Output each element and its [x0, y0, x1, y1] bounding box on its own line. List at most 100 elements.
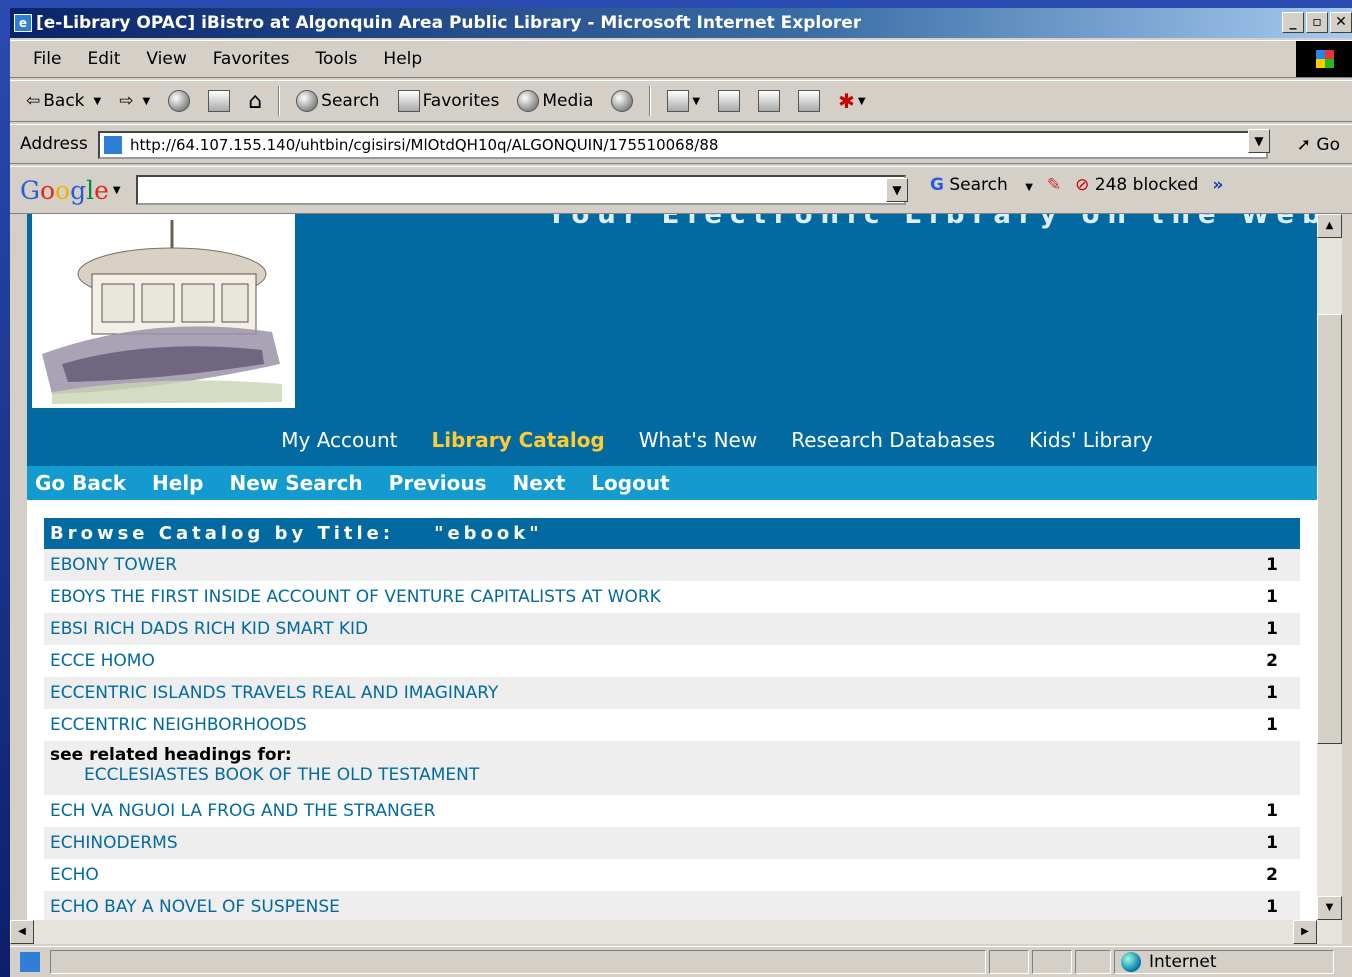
- result-title-link[interactable]: ECCE HOMO: [50, 651, 155, 671]
- result-title-link[interactable]: EBONY TOWER: [50, 555, 177, 575]
- result-title-link[interactable]: ECH VA NGUOI LA FROG AND THE STRANGER: [50, 801, 435, 821]
- status-bar: Internet: [10, 946, 1352, 977]
- home-button[interactable]: ⌂: [242, 89, 268, 114]
- result-count: 1: [1266, 833, 1278, 853]
- toolbar-separator: [649, 86, 652, 116]
- stop-button[interactable]: [162, 90, 196, 112]
- result-title-link[interactable]: ECHO BAY A NOVEL OF SUSPENSE: [50, 897, 340, 917]
- result-title-link[interactable]: EBSI RICH DADS RICH KID SMART KID: [50, 619, 368, 639]
- scroll-down-button[interactable]: ▼: [1317, 896, 1342, 920]
- result-title-link[interactable]: ECCENTRIC ISLANDS TRAVELS REAL AND IMAGI…: [50, 683, 498, 703]
- result-title-link[interactable]: ECHO: [50, 865, 99, 885]
- browse-heading-label: Browse Catalog by Title:: [50, 523, 395, 544]
- favorites-button[interactable]: Favorites: [392, 90, 506, 112]
- result-title-link[interactable]: ECHINODERMS: [50, 833, 178, 853]
- result-count: 1: [1266, 555, 1278, 575]
- print-button[interactable]: [712, 90, 746, 112]
- result-count: 2: [1266, 651, 1278, 671]
- messenger-button[interactable]: ✱ ▼: [832, 89, 871, 113]
- go-back-link[interactable]: Go Back: [35, 471, 126, 495]
- horizontal-scrollbar[interactable]: ◀ ▶: [10, 920, 1342, 944]
- result-title-link[interactable]: ECCENTRIC NEIGHBORHOODS: [50, 715, 307, 735]
- address-label: Address: [20, 134, 88, 154]
- go-button[interactable]: ➚ Go: [1297, 135, 1340, 155]
- window-title: [e-Library OPAC] iBistro at Algonquin Ar…: [36, 13, 862, 33]
- gazebo-logo-image: [32, 214, 295, 408]
- forward-dropdown-icon[interactable]: ▼: [142, 96, 150, 107]
- vertical-scrollbar[interactable]: ▲ ▼: [1317, 214, 1342, 920]
- google-search-button[interactable]: G Search ▼: [930, 175, 1033, 195]
- address-url: http://64.107.155.140/uhtbin/cgisirsi/Ml…: [130, 136, 719, 154]
- new-search-link[interactable]: New Search: [230, 471, 363, 495]
- stop-icon: [168, 90, 191, 112]
- scroll-right-button[interactable]: ▶: [1293, 920, 1317, 944]
- vertical-scroll-thumb[interactable]: [1317, 314, 1342, 744]
- media-button[interactable]: Media: [511, 90, 599, 112]
- result-title-link[interactable]: EBOYS THE FIRST INSIDE ACCOUNT OF VENTUR…: [50, 587, 661, 607]
- menu-bar: File Edit View Favorites Tools Help: [10, 40, 1352, 78]
- nav-kids-library[interactable]: Kids' Library: [1029, 428, 1153, 452]
- library-logo: [32, 214, 295, 408]
- popup-blocker-button[interactable]: ⊘ 248 blocked: [1075, 175, 1198, 195]
- address-bar: Address http://64.107.155.140/uhtbin/cgi…: [10, 124, 1352, 164]
- menu-tools[interactable]: Tools: [303, 49, 371, 69]
- google-search-input[interactable]: [136, 175, 906, 205]
- google-menu-dropdown-icon[interactable]: ▼: [113, 185, 121, 196]
- previous-link[interactable]: Previous: [389, 471, 487, 495]
- discuss-button[interactable]: [792, 90, 826, 112]
- related-heading-link[interactable]: ECCLESIASTES BOOK OF THE OLD TESTAMENT: [50, 765, 1294, 785]
- internet-globe-icon: [1121, 952, 1141, 972]
- page-viewport: Your Electronic Library on the Web My Ac…: [27, 214, 1317, 920]
- result-row: EBONY TOWER 1: [44, 549, 1300, 581]
- menu-favorites[interactable]: Favorites: [200, 49, 303, 69]
- browse-results: Browse Catalog by Title: "ebook" EBONY T…: [44, 518, 1300, 920]
- google-search-dropdown-button[interactable]: ▼: [886, 178, 908, 202]
- help-link[interactable]: Help: [152, 471, 203, 495]
- toolbar-separator: [278, 86, 281, 116]
- scroll-up-button[interactable]: ▲: [1317, 214, 1342, 238]
- minimize-button[interactable]: _: [1282, 12, 1304, 33]
- menu-help[interactable]: Help: [370, 49, 435, 69]
- nav-research-databases[interactable]: Research Databases: [791, 428, 995, 452]
- forward-button[interactable]: ⇨ ▼: [113, 91, 156, 111]
- messenger-icon: ✱: [838, 89, 855, 113]
- google-g-icon: G: [930, 175, 944, 195]
- maximize-button[interactable]: ▫: [1306, 12, 1328, 33]
- logout-link[interactable]: Logout: [591, 471, 669, 495]
- menu-edit[interactable]: Edit: [74, 49, 133, 69]
- nav-library-catalog[interactable]: Library Catalog: [431, 428, 604, 452]
- main-nav: My Account Library Catalog What's New Re…: [27, 428, 1317, 452]
- result-row: ECH VA NGUOI LA FROG AND THE STRANGER 1: [44, 795, 1300, 827]
- google-search-label: Search: [949, 175, 1008, 195]
- search-button[interactable]: Search: [290, 90, 385, 112]
- result-count: 1: [1266, 801, 1278, 821]
- address-input[interactable]: http://64.107.155.140/uhtbin/cgisirsi/Ml…: [98, 131, 1268, 159]
- google-search-dropdown-icon[interactable]: ▼: [1025, 182, 1033, 193]
- edit-icon: [758, 90, 781, 112]
- menu-view[interactable]: View: [133, 49, 199, 69]
- google-logo[interactable]: Google: [20, 176, 109, 205]
- next-link[interactable]: Next: [513, 471, 566, 495]
- result-count: 1: [1266, 683, 1278, 703]
- nav-my-account[interactable]: My Account: [281, 428, 397, 452]
- pagerank-icon[interactable]: ✎: [1047, 175, 1061, 195]
- menu-file[interactable]: File: [20, 49, 74, 69]
- back-button[interactable]: ⇦ Back ▼: [20, 91, 107, 111]
- back-dropdown-icon[interactable]: ▼: [94, 96, 102, 107]
- title-bar[interactable]: e [e-Library OPAC] iBistro at Algonquin …: [10, 8, 1352, 38]
- history-icon: [611, 90, 634, 112]
- refresh-button[interactable]: [202, 90, 236, 112]
- close-button[interactable]: ✕: [1330, 12, 1352, 33]
- mail-dropdown-icon[interactable]: ▼: [692, 96, 700, 107]
- address-dropdown-button[interactable]: ▼: [1248, 129, 1270, 153]
- back-arrow-icon: ⇦: [26, 91, 41, 111]
- edit-button[interactable]: [752, 90, 786, 112]
- history-button[interactable]: [605, 90, 639, 112]
- nav-whats-new[interactable]: What's New: [639, 428, 757, 452]
- messenger-dropdown-icon[interactable]: ▼: [858, 96, 866, 107]
- refresh-icon: [208, 90, 231, 112]
- mail-button[interactable]: ▼: [661, 90, 706, 112]
- go-label: Go: [1316, 135, 1340, 155]
- toolbar-more-button[interactable]: »: [1212, 175, 1223, 195]
- scroll-left-button[interactable]: ◀: [10, 920, 34, 944]
